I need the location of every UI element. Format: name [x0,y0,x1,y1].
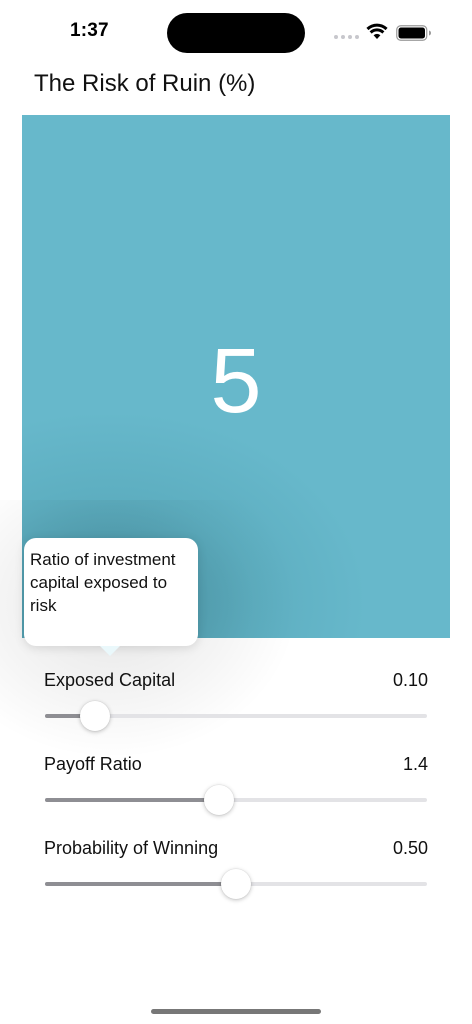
tooltip-arrow [100,646,120,656]
screen: 1:37 The Risk of Ruin (%) 5 Ratio of inv… [0,0,472,1024]
home-indicator[interactable] [151,1009,321,1014]
wifi-icon [366,23,388,39]
probability-of-winning-slider-thumb[interactable] [221,869,251,899]
probability-of-winning-control: Probability of Winning 0.50 [44,838,428,908]
exposed-capital-label: Exposed Capital [44,670,176,690]
cellular-signal-icon [334,35,360,41]
status-time: 1:37 [70,20,109,41]
status-bar: 1:37 [0,0,472,60]
exposed-capital-value: 0.10 [392,670,428,690]
payoff-ratio-control: Payoff Ratio 1.4 [44,754,428,824]
probability-of-winning-slider-fill [45,882,236,886]
payoff-ratio-slider-thumb[interactable] [203,785,234,815]
payoff-ratio-value: 1.4 [402,754,428,774]
probability-of-winning-label: Probability of Winning [44,838,219,858]
exposed-capital-control: Exposed Capital 0.10 [44,670,428,740]
risk-of-ruin-value: 5 [210,330,262,432]
probability-of-winning-value: 0.50 [392,838,428,858]
payoff-ratio-slider-track[interactable] [45,798,427,802]
tooltip-text: Ratio of investment capital exposed to r… [30,550,176,615]
payoff-ratio-label: Payoff Ratio [44,754,142,774]
tooltip: Ratio of investment capital exposed to r… [24,538,198,646]
battery-icon [396,25,431,41]
dynamic-island [167,13,305,53]
payoff-ratio-slider-fill [45,798,219,802]
page-title: The Risk of Ruin (%) [34,70,256,97]
exposed-capital-slider-thumb[interactable] [79,701,110,731]
